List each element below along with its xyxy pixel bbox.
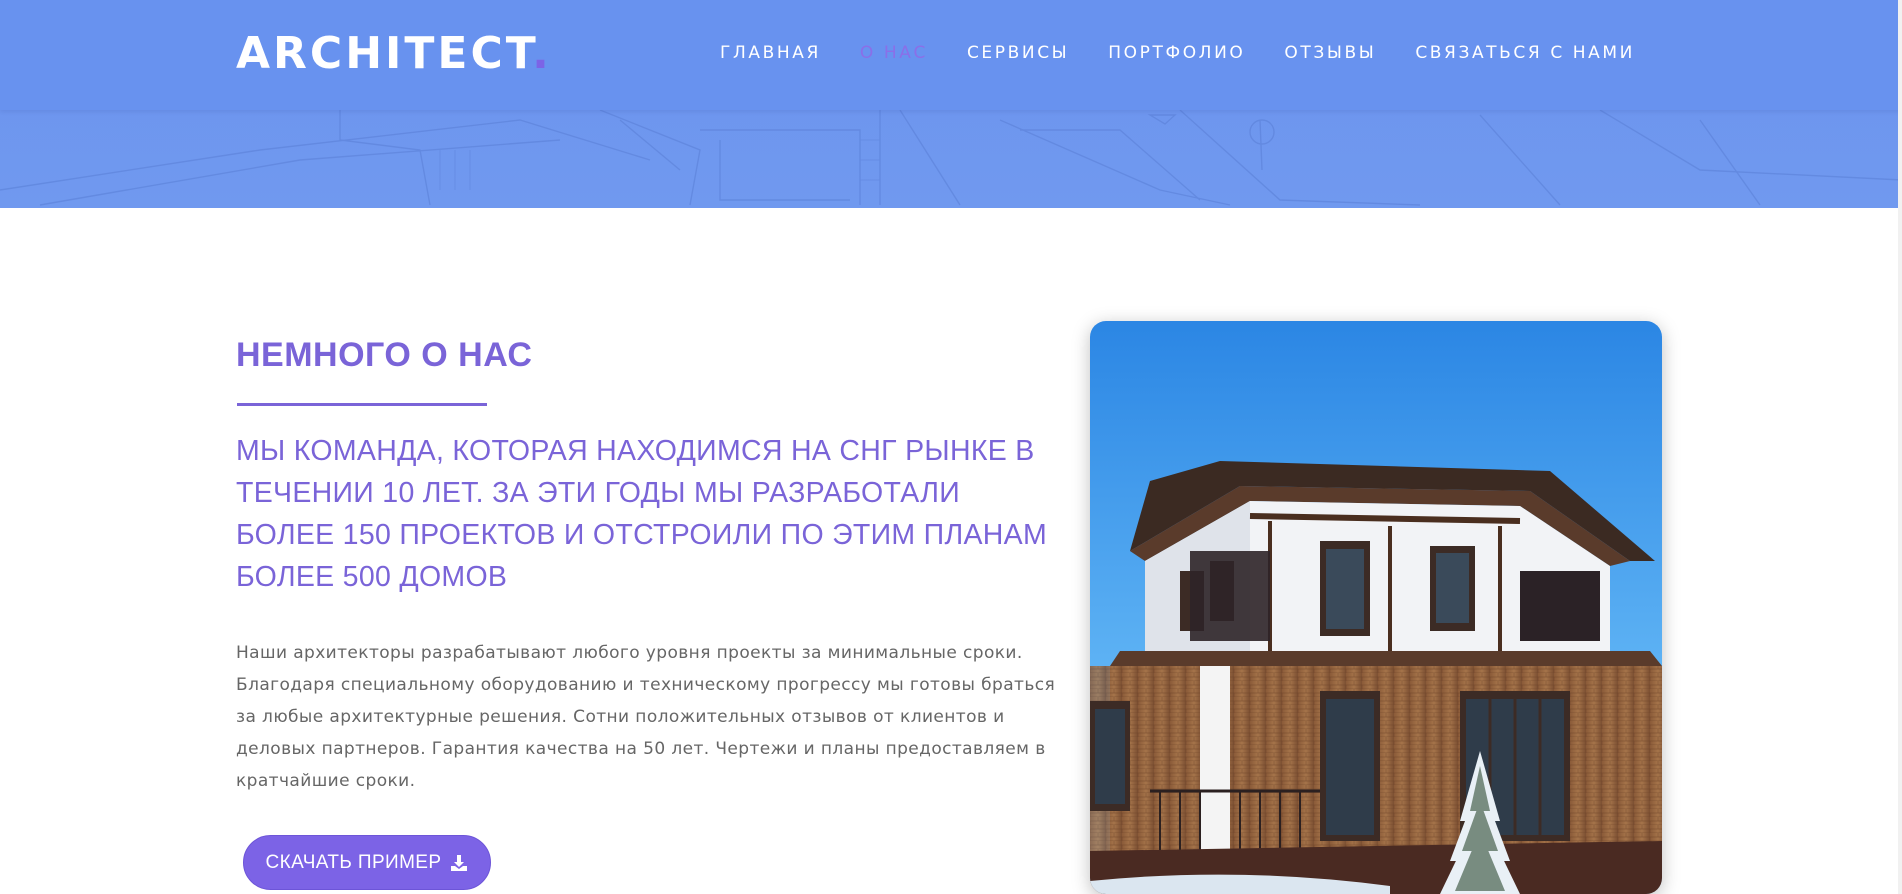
main-nav: ГЛАВНАЯ О НАС СЕРВИСЫ ПОРТФОЛИО ОТЗЫВЫ С… (720, 41, 1635, 65)
nav-item-portfolio[interactable]: ПОРТФОЛИО (1108, 41, 1245, 65)
nav-item-home[interactable]: ГЛАВНАЯ (720, 41, 821, 65)
about-heading: НЕМНОГО О НАС (236, 336, 533, 374)
download-icon (450, 854, 468, 872)
about-lead-text: МЫ КОМАНДА, КОТОРАЯ НАХОДИМСЯ НА СНГ РЫН… (236, 435, 1048, 593)
heading-underline (237, 403, 487, 406)
brand-name: ARCHITECT (236, 28, 533, 79)
hero-banner: ARCHITECT. ГЛАВНАЯ О НАС СЕРВИСЫ ПОРТФОЛ… (0, 0, 1902, 208)
brand-logo[interactable]: ARCHITECT. (236, 26, 552, 82)
navbar: ARCHITECT. ГЛАВНАЯ О НАС СЕРВИСЫ ПОРТФОЛ… (0, 0, 1902, 110)
nav-item-about[interactable]: О НАС (860, 41, 928, 65)
download-button-label: СКАЧАТЬ ПРИМЕР (265, 851, 442, 873)
nav-item-reviews[interactable]: ОТЗЫВЫ (1284, 41, 1376, 65)
nav-item-services[interactable]: СЕРВИСЫ (967, 41, 1069, 65)
brand-dot: . (532, 28, 552, 79)
nav-item-contact[interactable]: СВЯЗАТЬСЯ С НАМИ (1415, 41, 1635, 65)
house-photo (1090, 321, 1662, 894)
download-example-button[interactable]: СКАЧАТЬ ПРИМЕР (243, 835, 491, 890)
about-body-text: Наши архитекторы разрабатывают любого ур… (236, 643, 1056, 791)
scrollbar-track[interactable] (1898, 0, 1902, 894)
